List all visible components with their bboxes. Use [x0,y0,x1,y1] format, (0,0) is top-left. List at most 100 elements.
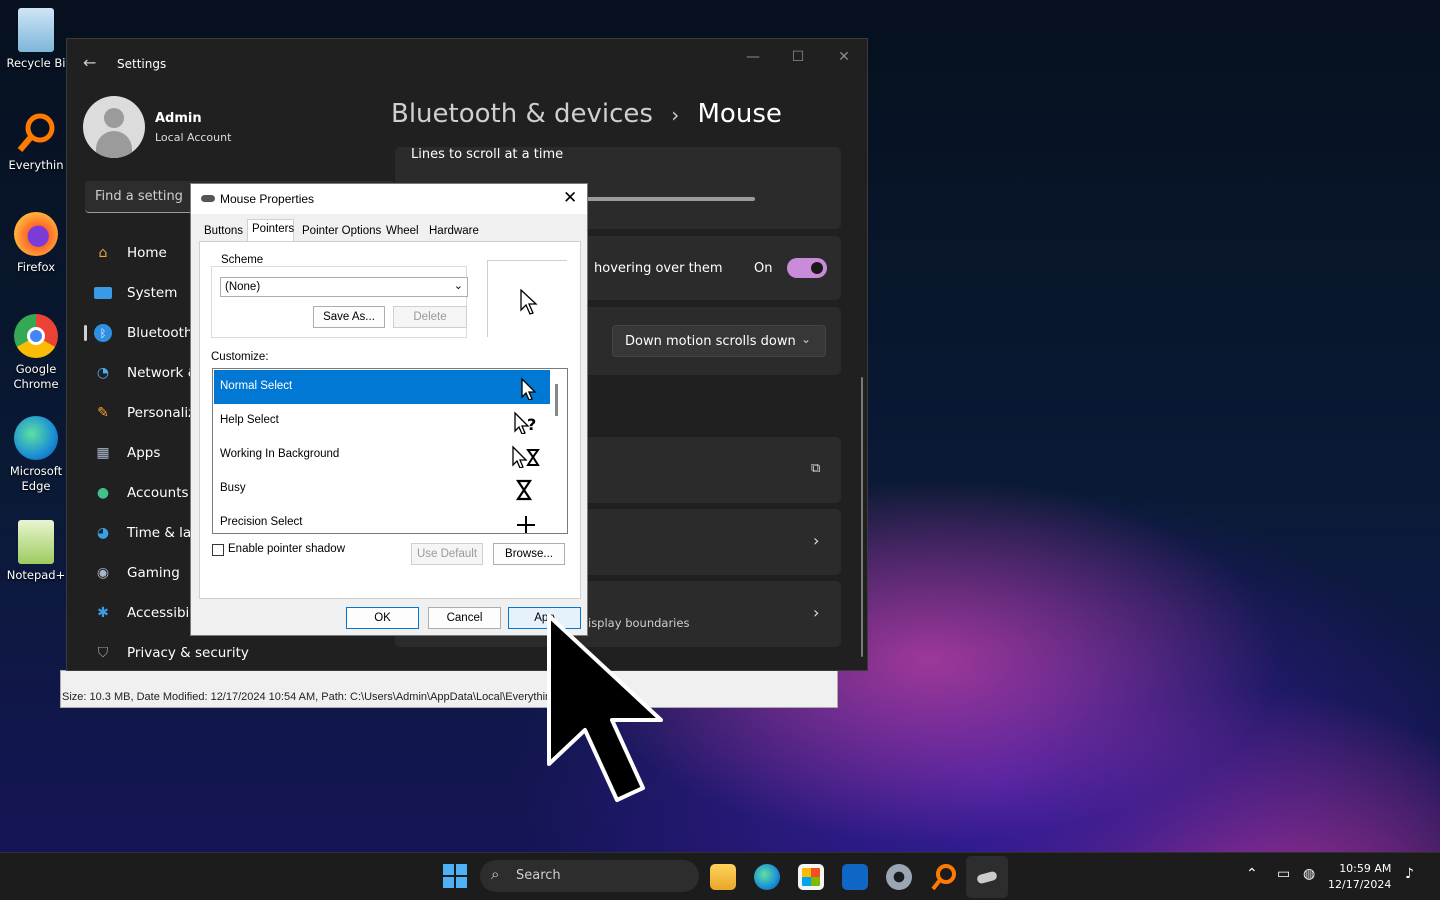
save-as-button[interactable]: Save As... [313,306,385,328]
volume-icon[interactable]: ◍ [1303,866,1315,882]
pointer-preview [487,260,567,337]
notification-bell-icon[interactable]: ♪ [1405,866,1414,882]
start-button[interactable] [443,864,467,888]
desktop-icon-recycle-bin[interactable]: Recycle Bi [4,8,68,71]
recycle-bin-icon [18,8,54,52]
tab-wheel[interactable]: Wheel [386,225,419,237]
pointer-name: Help Select [220,414,279,426]
shield-icon: ⛉ [97,645,109,661]
scroll-inactive-label: hovering over them [594,261,723,276]
outlook-icon[interactable] [842,864,868,890]
minimize-button[interactable]: — [738,49,768,65]
list-item[interactable]: Working In Background [214,438,550,472]
mouse-icon [976,870,998,885]
cancel-button[interactable]: Cancel [428,607,501,629]
window-title: Settings [117,57,167,71]
taskbar-search[interactable]: ⌕ Search [480,860,699,892]
external-link-icon: ⧉ [811,461,821,476]
scroll-inactive-toggle[interactable] [787,258,827,278]
delete-button[interactable]: Delete [393,306,467,328]
scheme-value: (None) [225,281,261,293]
list-item[interactable]: Precision Select [214,506,550,533]
desktop-icon-notepadpp[interactable]: Notepad+ [4,520,68,583]
content-scrollbar[interactable] [861,377,863,657]
edge-icon[interactable] [754,864,780,890]
maximize-button[interactable]: ☐ [783,49,813,65]
desktop-icon-firefox[interactable]: Firefox [4,212,68,275]
nav-label: Personaliz [127,405,196,421]
firefox-icon [14,212,58,256]
lines-to-scroll-label: Lines to scroll at a time [411,147,564,162]
edge-icon [14,416,58,460]
settings-gear-icon[interactable] [886,864,912,890]
tab-pointers[interactable]: Pointers [252,223,294,235]
accessibility-icon: ✱ [97,605,109,621]
list-item[interactable]: Help Select ? [214,404,550,438]
nav-item-privacy[interactable]: ⛉ Privacy & security [85,635,395,671]
avatar[interactable] [83,96,145,158]
list-item[interactable]: Busy [214,472,550,506]
person-icon: ● [96,485,110,501]
tab-hardware[interactable]: Hardware [429,225,479,237]
nav-label: Apps [127,445,161,461]
nav-label: Home [127,245,167,261]
pointer-name: Working In Background [220,448,340,460]
file-explorer-icon[interactable] [710,864,736,890]
toggle-state-label: On [754,261,773,276]
list-scrollbar-thumb[interactable] [555,384,558,416]
clock-date: 12/17/2024 [1328,878,1392,891]
wifi-icon: ◔ [96,365,110,381]
chevron-up-icon[interactable]: ⌃ [1246,866,1258,882]
list-item[interactable]: Normal Select [214,370,550,404]
status-bar-text: Size: 10.3 MB, Date Modified: 12/17/2024… [62,691,552,703]
desktop-icon-chrome[interactable]: Google Chrome [4,314,68,392]
breadcrumb-parent[interactable]: Bluetooth & devices [391,99,653,129]
pointer-list[interactable]: Normal Select Help Select ? Working In B… [212,368,568,534]
svg-text:?: ? [527,415,536,434]
system-icon [93,283,113,303]
nav-label: Privacy & security [127,645,249,661]
close-button[interactable]: ✕ [829,49,859,65]
desktop-icon-everything[interactable]: Everythin [4,110,68,173]
back-arrow-icon[interactable]: ← [83,53,96,72]
chevron-right-icon: › [813,531,820,550]
store-icon[interactable] [798,864,824,890]
pointer-name: Busy [220,482,246,494]
clock[interactable]: 10:59 AM 12/17/2024 [1328,861,1391,893]
dialog-close-button[interactable]: ✕ [563,188,577,208]
brush-icon: ✎ [97,405,109,421]
pointer-shadow-checkbox[interactable] [212,544,224,556]
busy-cursor-icon [515,479,533,501]
desktop-icon-edge[interactable]: Microsoft Edge [4,416,68,494]
nav-label: System [127,285,178,301]
scheme-label: Scheme [218,254,267,266]
pointer-shadow-label: Enable pointer shadow [228,543,345,555]
nav-label: Gaming [127,565,180,581]
globe-icon: ◕ [96,525,110,541]
desktop-icon-label: Everythin [8,158,64,172]
customize-label: Customize: [211,351,269,363]
scroll-direction-dropdown[interactable]: Down motion scrolls down ⌄ [612,325,826,357]
pointer-name: Precision Select [220,516,303,528]
tab-buttons[interactable]: Buttons [204,225,243,237]
scheme-dropdown[interactable]: (None) ⌄ [220,277,468,297]
help-cursor-icon: ? [514,411,536,434]
mouse-properties-taskbar-button[interactable] [966,856,1008,898]
ok-button[interactable]: OK [346,607,419,629]
browse-button[interactable]: Browse... [493,543,565,565]
chevron-down-icon: ⌄ [453,280,463,292]
working-cursor-icon [512,445,540,468]
mouse-properties-dialog[interactable]: Mouse Properties ✕ Buttons Pointers Poin… [190,183,588,636]
everything-taskbar-icon[interactable] [930,863,956,891]
network-icon[interactable]: ▭ [1277,866,1290,882]
nav-label: Bluetooth [127,325,193,341]
tab-pointer-options[interactable]: Pointer Options [302,225,381,237]
notepadpp-icon [18,520,54,564]
chevron-down-icon: ⌄ [800,332,811,346]
pointer-name: Normal Select [220,380,293,392]
everything-search-icon [14,110,58,154]
user-name: Admin [155,111,202,126]
breadcrumb-current: Mouse [697,99,782,129]
use-default-button[interactable]: Use Default [411,543,483,565]
account-type: Local Account [155,131,232,144]
